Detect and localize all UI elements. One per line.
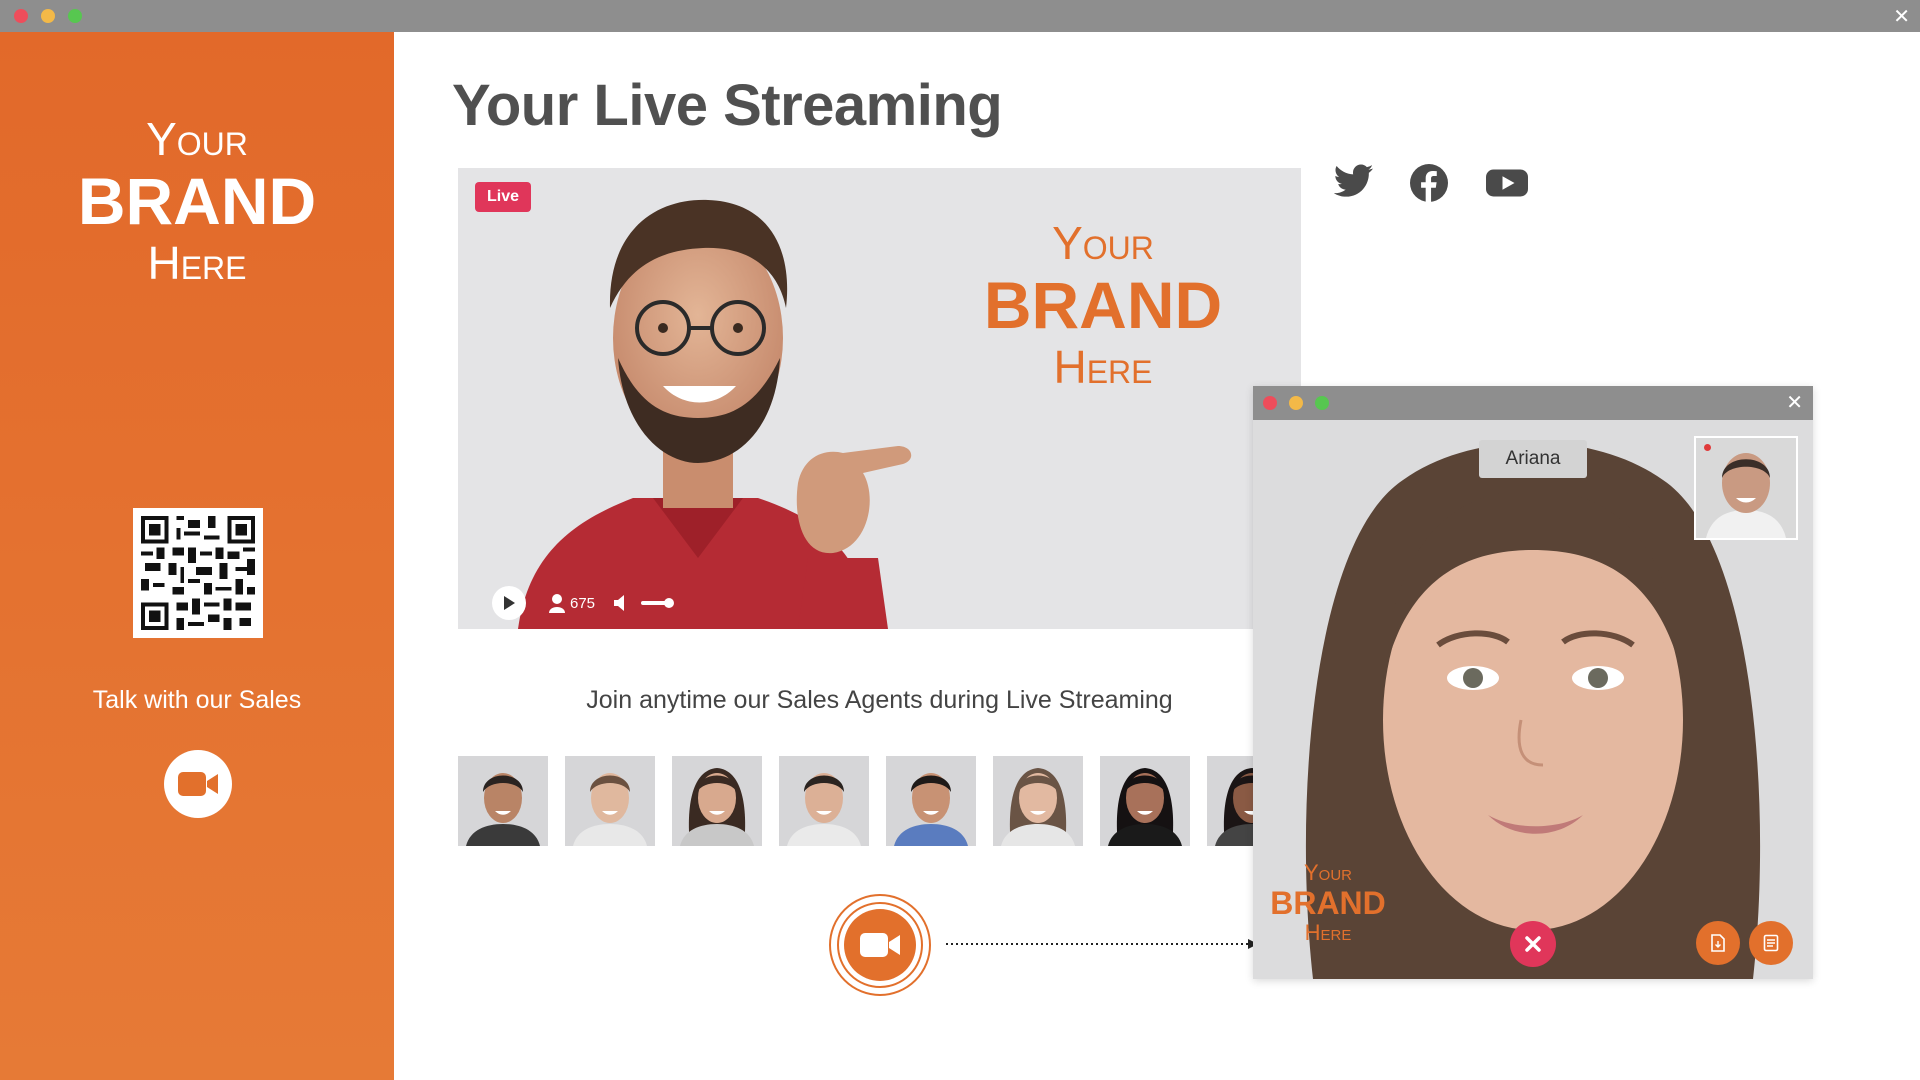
brand-main-text: BRAND <box>983 268 1223 342</box>
social-facebook-link[interactable] <box>1410 164 1448 207</box>
viewer-count-text: 675 <box>570 594 596 612</box>
share-document-button[interactable] <box>1696 921 1740 965</box>
brand-main-text: BRAND <box>77 164 317 238</box>
agent-photo <box>672 756 762 846</box>
call-brand-logo: Your BRAND Here <box>1263 862 1393 944</box>
start-video-call-button[interactable] <box>829 894 931 996</box>
talk-with-sales-label: Talk with our Sales <box>92 686 302 714</box>
caller-name-tag: Ariana <box>1479 440 1587 478</box>
brand-top-text: Your <box>1303 860 1352 885</box>
sidebar-brand-logo: Your BRAND Here <box>0 116 394 286</box>
brand-bottom-text: Here <box>147 237 247 289</box>
social-twitter-link[interactable] <box>1333 164 1374 203</box>
agent-thumbnail[interactable] <box>458 756 548 846</box>
call-window-titlebar: ✕ <box>1253 386 1813 420</box>
brand-main-text: BRAND <box>1270 885 1386 921</box>
social-youtube-link[interactable] <box>1486 164 1528 207</box>
agent-thumbnail[interactable] <box>565 756 655 846</box>
notes-icon <box>1763 934 1779 952</box>
viewers-icon <box>549 594 565 613</box>
agent-thumbnail[interactable] <box>1207 756 1257 846</box>
qr-code-icon <box>133 508 263 638</box>
agent-thumbnail[interactable] <box>1100 756 1190 846</box>
play-button[interactable] <box>492 586 526 620</box>
agent-photo <box>1100 756 1190 846</box>
close-icon <box>1525 936 1541 952</box>
youtube-icon <box>1486 169 1528 197</box>
page-title: Your Live Streaming <box>452 73 1003 138</box>
volume-icon[interactable] <box>613 594 629 612</box>
end-call-button[interactable] <box>1510 921 1556 967</box>
live-badge: Live <box>475 182 532 212</box>
viewer-count: 675 <box>548 593 595 613</box>
call-window-close-icon[interactable]: ✕ <box>1786 392 1803 412</box>
document-icon <box>1711 934 1725 952</box>
agents-strip <box>458 756 1258 850</box>
agent-photo <box>565 756 655 846</box>
agent-thumbnail[interactable] <box>779 756 869 846</box>
agent-photo <box>1207 756 1257 846</box>
twitter-icon <box>1333 164 1374 197</box>
brand-bottom-text: Here <box>1304 920 1352 945</box>
brand-top-text: Your <box>1052 217 1154 269</box>
video-brand-logo: Your BRAND Here <box>958 220 1248 390</box>
sidebar-video-call-button[interactable] <box>164 750 232 818</box>
play-icon <box>504 596 515 610</box>
agent-thumbnail[interactable] <box>672 756 762 846</box>
window-close-icon[interactable]: ✕ <box>1893 6 1910 26</box>
brand-bottom-text: Here <box>1053 341 1153 393</box>
agents-caption: Join anytime our Sales Agents during Liv… <box>586 686 1173 714</box>
agent-photo <box>779 756 869 846</box>
notes-button[interactable] <box>1749 921 1793 965</box>
window-close-dot[interactable] <box>14 9 28 23</box>
agent-photo <box>458 756 548 846</box>
sidebar: Your BRAND Here Talk with our Sales <box>0 32 394 1080</box>
self-view-video[interactable] <box>1694 436 1798 540</box>
call-window-minimize-dot[interactable] <box>1289 396 1303 410</box>
agent-photo <box>886 756 976 846</box>
window-minimize-dot[interactable] <box>41 9 55 23</box>
main-content: Your Live Streaming Live Your BRAND Here… <box>394 32 1920 1080</box>
video-call-window[interactable]: ✕ Ariana Your BRAND Here <box>1253 386 1813 979</box>
call-window-close-dot[interactable] <box>1263 396 1277 410</box>
self-view-image <box>1696 438 1796 538</box>
volume-slider-handle[interactable] <box>664 598 675 608</box>
volume-slider[interactable] <box>641 598 675 608</box>
agent-photo <box>993 756 1083 846</box>
agent-thumbnail[interactable] <box>993 756 1083 846</box>
agent-thumbnail[interactable] <box>886 756 976 846</box>
window-titlebar: ✕ <box>0 0 1920 32</box>
window-maximize-dot[interactable] <box>68 9 82 23</box>
video-controls: 675 <box>492 585 675 621</box>
start-video-call-inner <box>837 902 923 988</box>
start-video-call-core <box>844 909 916 981</box>
video-camera-icon <box>178 772 218 796</box>
facebook-icon <box>1410 164 1448 202</box>
brand-top-text: Your <box>146 113 248 165</box>
video-camera-icon <box>860 933 900 957</box>
call-window-maximize-dot[interactable] <box>1315 396 1329 410</box>
recording-indicator <box>1704 444 1711 451</box>
call-arrow-dotted <box>946 939 1258 949</box>
live-video-player[interactable]: Live Your BRAND Here 675 <box>458 168 1301 629</box>
